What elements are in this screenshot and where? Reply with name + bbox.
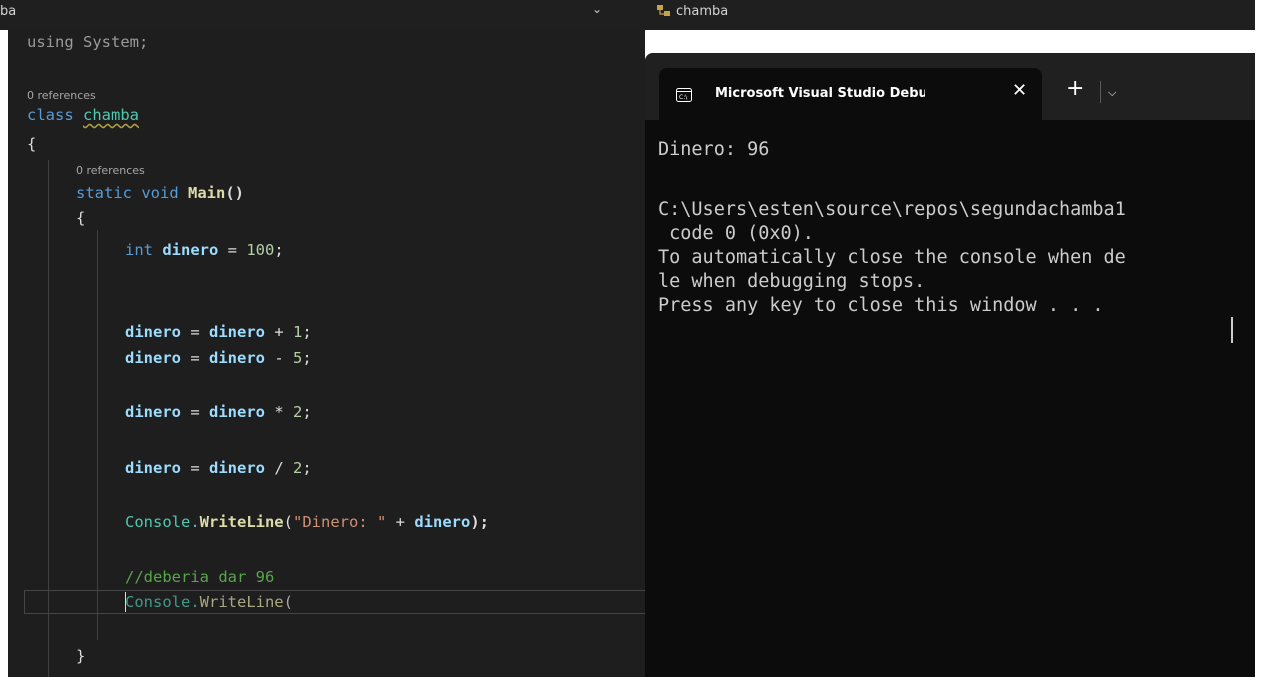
terminal-tab[interactable]: C:\ Microsoft Visual Studio Debug Consol… <box>659 68 1042 120</box>
current-line-highlight <box>24 590 645 614</box>
type-dropdown-label: ba <box>0 4 17 19</box>
code-line-main: static void Main() <box>76 184 244 202</box>
codelens-references[interactable]: 0 references <box>76 164 145 177</box>
type-dropdown[interactable]: ba ⌄ <box>0 0 630 30</box>
console-output-line: Press any key to close this window . . . <box>658 295 1104 316</box>
tab-divider <box>1100 81 1101 103</box>
editor-navigation-bar: ba ⌄ chamba <box>0 0 1255 30</box>
text-caret <box>125 592 126 612</box>
class-icon <box>656 3 672 23</box>
window-edge <box>1255 0 1269 677</box>
code-editor[interactable]: using System; 0 references class chamba … <box>8 30 645 677</box>
code-line-using: using System; <box>27 33 149 51</box>
chevron-down-icon: ⌄ <box>592 2 603 16</box>
codelens-references[interactable]: 0 references <box>27 89 96 102</box>
code-line-writeline: Console.WriteLine("Dinero: " + dinero); <box>125 513 489 531</box>
new-tab-button[interactable]: + <box>1066 78 1084 100</box>
console-output-line: Dinero: 96 <box>658 139 770 160</box>
code-line-divide: dinero = dinero / 2; <box>125 459 312 477</box>
svg-text:C:\: C:\ <box>679 94 688 101</box>
member-dropdown[interactable]: chamba <box>638 0 1255 30</box>
member-dropdown-label: chamba <box>676 4 729 19</box>
chevron-down-icon[interactable]: ⌵ <box>1108 86 1116 100</box>
console-output-line: C:\Users\esten\source\repos\segundachamb… <box>658 199 1126 220</box>
close-icon[interactable]: ✕ <box>1012 80 1027 101</box>
debug-console-window: C:\ Microsoft Visual Studio Debug Consol… <box>645 53 1255 677</box>
terminal-tab-bar: C:\ Microsoft Visual Studio Debug Consol… <box>645 53 1255 120</box>
code-line-incomplete-writeline: Console.WriteLine( <box>125 593 293 611</box>
code-line-comment: //deberia dar 96 <box>125 568 275 586</box>
code-line-add: dinero = dinero + 1; <box>125 323 312 341</box>
code-line-brace: { <box>27 135 37 153</box>
console-output-line: le when debugging stops. <box>658 271 926 292</box>
console-output-line: code 0 (0x0). <box>658 223 814 244</box>
indent-guide <box>97 230 98 640</box>
console-icon: C:\ <box>676 87 692 106</box>
code-line-class: class chamba <box>27 106 139 124</box>
console-output-line: To automatically close the console when … <box>658 247 1126 268</box>
code-line-subtract: dinero = dinero - 5; <box>125 349 312 367</box>
code-line-int-dinero: int dinero = 100; <box>125 241 284 259</box>
code-line-multiply: dinero = dinero * 2; <box>125 403 312 421</box>
terminal-cursor <box>1231 317 1233 343</box>
code-line-brace: { <box>76 209 86 227</box>
terminal-tab-title: Microsoft Visual Studio Debug Console <box>715 86 925 101</box>
code-line-brace: } <box>76 647 86 665</box>
